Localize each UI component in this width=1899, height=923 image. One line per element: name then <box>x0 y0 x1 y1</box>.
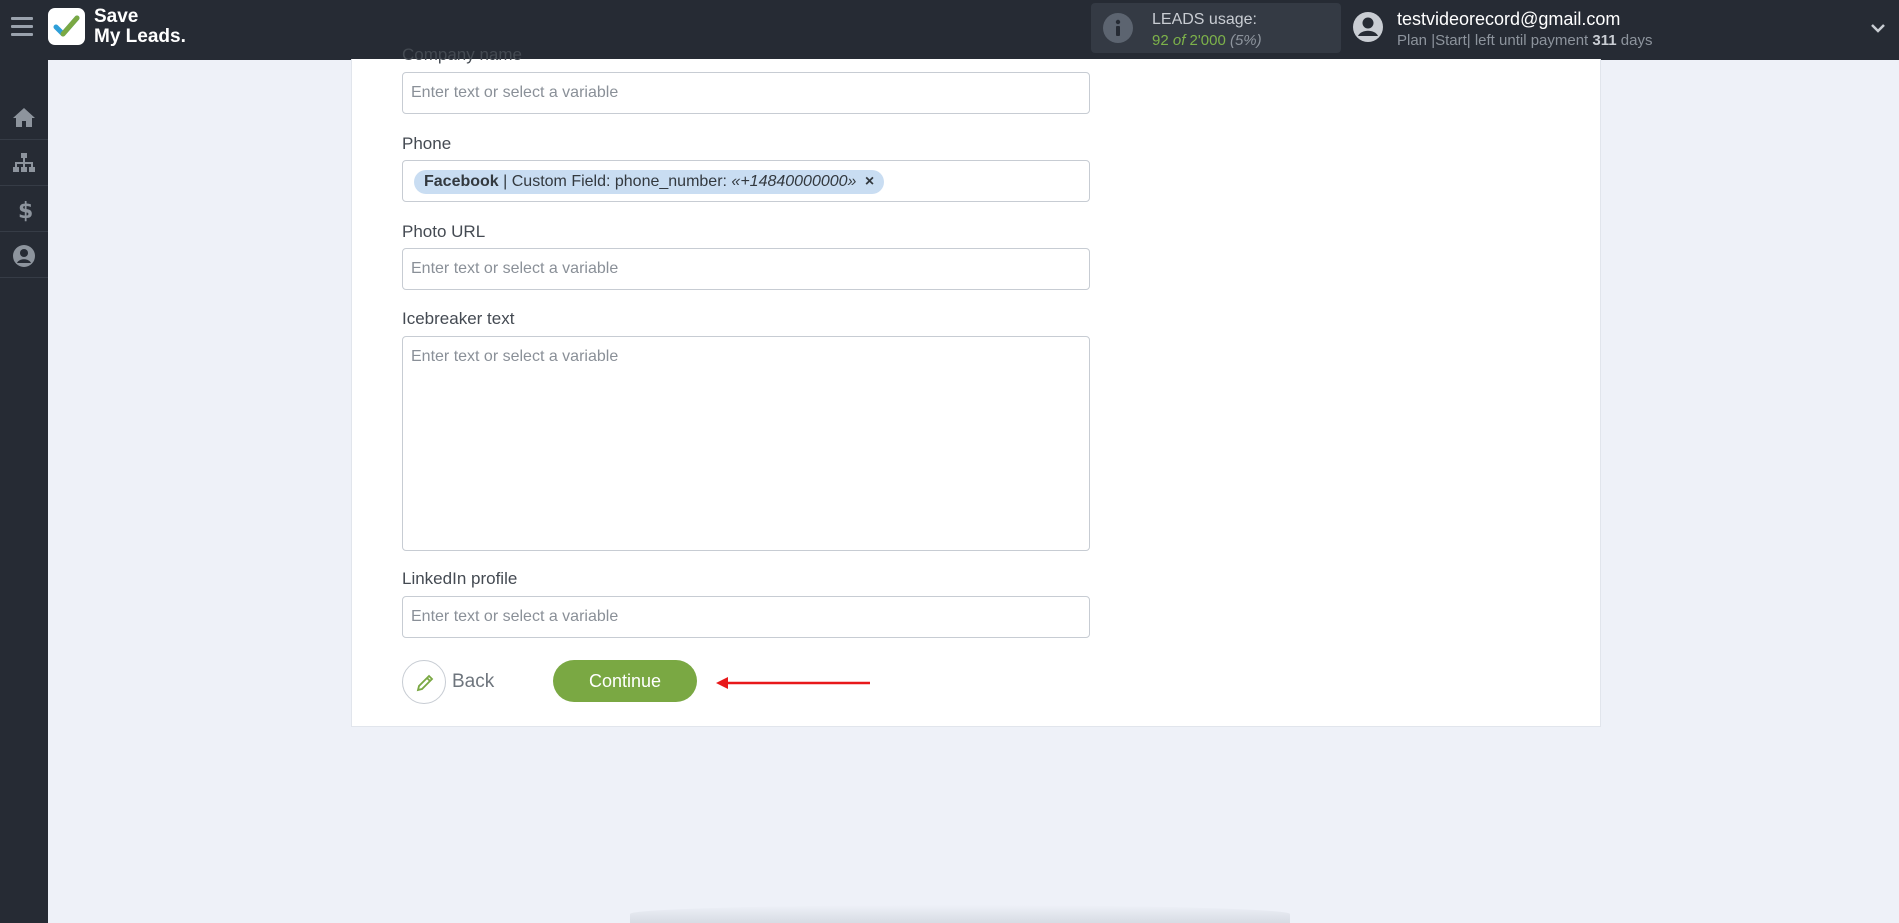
icebreaker-textarea[interactable]: Enter text or select a variable <box>402 336 1090 551</box>
brand-line-1: Save <box>94 6 139 27</box>
pencil-icon <box>416 674 434 692</box>
sidebar-item-connections[interactable] <box>0 140 48 186</box>
tag-source: Facebook <box>424 173 499 190</box>
phone-variable-tag[interactable]: Facebook | Custom Field: phone_number: «… <box>414 170 885 194</box>
info-icon <box>1103 13 1133 43</box>
sidebar-item-home[interactable] <box>0 94 48 140</box>
sitemap-icon <box>13 153 35 172</box>
dollar-icon: $ <box>18 199 33 222</box>
plan-days: 311 <box>1592 32 1617 49</box>
company-name-label: Company name <box>402 45 523 64</box>
phone-label: Phone <box>402 134 452 153</box>
photo-url-placeholder: Enter text or select a variable <box>411 260 619 277</box>
linkedin-input[interactable]: Enter text or select a variable <box>402 596 1090 638</box>
usage-total: 2'000 <box>1189 32 1226 49</box>
home-icon <box>13 108 35 127</box>
sidebar-item-profile[interactable] <box>0 232 48 278</box>
sidebar-item-billing[interactable]: $ <box>0 186 48 232</box>
back-label[interactable]: Back <box>452 671 494 693</box>
close-icon[interactable]: × <box>865 173 874 190</box>
photo-url-input[interactable]: Enter text or select a variable <box>402 248 1090 290</box>
phone-input[interactable]: Facebook | Custom Field: phone_number: «… <box>402 160 1090 202</box>
plan-info: Plan |Start| left until payment 311 days <box>1397 32 1652 49</box>
usage-percent: (5%) <box>1229 32 1262 49</box>
usage-label: LEADS usage: <box>1152 11 1257 28</box>
usage-used: 92 <box>1152 32 1169 49</box>
icebreaker-placeholder: Enter text or select a variable <box>411 348 619 365</box>
company-name-placeholder: Enter text or select a variable <box>411 84 619 101</box>
linkedin-label: LinkedIn profile <box>402 569 518 588</box>
back-button[interactable] <box>402 660 446 704</box>
brand-line-2: My Leads. <box>94 26 186 47</box>
leads-usage-panel: LEADS usage: 92 of 2'000 (5%) <box>1091 3 1341 53</box>
icebreaker-label: Icebreaker text <box>402 309 515 328</box>
continue-button[interactable]: Continue <box>553 660 697 702</box>
tag-field: | Custom Field: phone_number: <box>503 173 727 190</box>
brand-name[interactable]: Save My Leads. <box>94 7 186 47</box>
usage-of: of <box>1172 32 1186 49</box>
svg-text:$: $ <box>18 199 33 222</box>
usage-value: 92 of 2'000 (5%) <box>1152 32 1262 49</box>
account-email[interactable]: testvideorecord@gmail.com <box>1397 9 1620 30</box>
company-name-input[interactable]: Enter text or select a variable <box>402 72 1090 114</box>
arrow-icon <box>716 677 870 689</box>
linkedin-placeholder: Enter text or select a variable <box>411 608 619 625</box>
logo-icon[interactable] <box>48 8 85 45</box>
plan-text: Plan |Start| left until payment <box>1397 32 1589 49</box>
plan-days-suffix: days <box>1620 32 1653 49</box>
photo-url-label: Photo URL <box>402 222 486 241</box>
sidebar: $ <box>0 60 48 923</box>
bottom-shadow <box>630 905 1290 923</box>
top-bar: Save My Leads. LEADS usage: 92 of 2'000 … <box>0 0 1899 60</box>
avatar-icon[interactable] <box>1352 11 1384 43</box>
menu-icon[interactable] <box>11 17 33 37</box>
tag-value: «+14840000000» <box>731 173 857 190</box>
user-icon <box>13 245 35 267</box>
chevron-down-icon[interactable] <box>1868 18 1888 38</box>
